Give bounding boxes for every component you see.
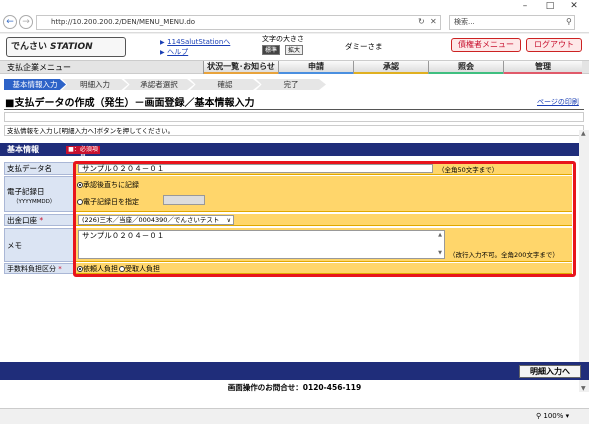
densai-station-logo[interactable]: でんさい STATION bbox=[6, 37, 126, 57]
record-date-label: 電子記録日 bbox=[7, 187, 45, 196]
back-icon[interactable]: ← bbox=[3, 15, 17, 29]
help-link[interactable]: ヘルプ bbox=[167, 48, 188, 56]
tab-inquiry[interactable]: 照会 bbox=[428, 61, 503, 74]
tab-approve-label: 承認 bbox=[383, 62, 399, 71]
tab-apply[interactable]: 申請 bbox=[278, 61, 353, 74]
browser-titlebar: – □ ✕ bbox=[0, 0, 589, 13]
browser-statusbar: ⚲ 100% ▾ bbox=[0, 408, 589, 424]
fee-label: 手数料負担区分 bbox=[7, 265, 56, 273]
maximize-icon[interactable]: □ bbox=[542, 1, 558, 12]
logo-station-text: STATION bbox=[50, 42, 93, 52]
step-approver: 承認者選択 bbox=[124, 79, 194, 90]
print-link[interactable]: ページの印刷 bbox=[537, 97, 579, 107]
user-name: ダミーさま bbox=[345, 42, 383, 51]
tab-status[interactable]: 状況一覧･お知らせ bbox=[203, 61, 278, 74]
highlight-frame bbox=[73, 161, 576, 277]
progress-steps: 基本情報入力 明細入力 承認者選択 確認 完了 bbox=[0, 79, 589, 91]
tab-status-label: 状況一覧･お知らせ bbox=[207, 62, 275, 71]
font-standard-button[interactable]: 標準 bbox=[262, 45, 281, 55]
tab-inquiry-label: 照会 bbox=[458, 62, 474, 71]
record-date-format: （YYYYMMDD） bbox=[13, 199, 56, 205]
tab-apply-label: 申請 bbox=[308, 62, 324, 71]
tab-approve[interactable]: 承認 bbox=[353, 61, 428, 74]
chevron-down-icon: ▾ bbox=[565, 412, 570, 420]
creditor-menu-button[interactable]: 債権者メニュー bbox=[451, 38, 521, 52]
tab-admin[interactable]: 管理 bbox=[503, 61, 582, 74]
instruction-text: 支払情報を入力し[明細入力へ]ボタンを押してください。 bbox=[4, 125, 584, 136]
font-size-label: 文字の大きさ bbox=[262, 35, 304, 43]
memo-label-cell: メモ bbox=[4, 228, 75, 262]
browser-search-input[interactable]: 検索... bbox=[449, 15, 575, 30]
step-complete: 完了 bbox=[256, 79, 326, 90]
title-divider bbox=[4, 109, 584, 110]
account-label: 出金口座 bbox=[7, 216, 37, 225]
required-badge: ■：必須項目 bbox=[66, 146, 100, 161]
zoom-icon: ⚲ bbox=[536, 412, 542, 420]
top-link-row: ▶ 114SalutStationへ bbox=[160, 37, 230, 47]
zoom-level[interactable]: ⚲ 100% ▾ bbox=[536, 412, 569, 420]
account-label-cell: 出金口座 * bbox=[4, 214, 75, 226]
tab-admin-label: 管理 bbox=[535, 62, 551, 71]
menu-bar: 支払企業メニュー 状況一覧･お知らせ 申請 承認 照会 管理 bbox=[0, 60, 589, 74]
minimize-icon[interactable]: – bbox=[517, 1, 533, 12]
address-bar: ← → http://10.200.200.2/DEN/MENU_MENU.do… bbox=[0, 13, 589, 33]
support-contact: 画面操作のお問合せ：0120-456-119 bbox=[227, 383, 362, 392]
arrow-icon: ▶ bbox=[160, 49, 165, 56]
payment-name-label: 支払データ名 bbox=[7, 164, 52, 173]
message-area bbox=[4, 112, 584, 122]
page-title: ■支払データの作成（発生）－画面登録／基本情報入力 bbox=[5, 98, 255, 109]
stop-icon[interactable]: ✕ bbox=[430, 17, 437, 26]
page-scrollbar[interactable]: ▲ ▼ bbox=[579, 130, 589, 392]
current-menu-label: 支払企業メニュー bbox=[7, 63, 71, 72]
memo-label: メモ bbox=[7, 241, 22, 250]
step-confirm: 確認 bbox=[190, 79, 260, 90]
required-star: * bbox=[39, 216, 44, 225]
zoom-value: 100% bbox=[543, 412, 564, 420]
logout-button[interactable]: ログアウト bbox=[526, 38, 582, 52]
url-field[interactable]: http://10.200.200.2/DEN/MENU_MENU.do bbox=[36, 15, 441, 30]
next-details-button[interactable]: 明細入力へ bbox=[519, 365, 581, 378]
required-star: * bbox=[58, 265, 62, 273]
logo-text: でんさい bbox=[11, 42, 48, 52]
search-icon[interactable]: ⚲ bbox=[566, 17, 572, 26]
forward-icon[interactable]: → bbox=[19, 15, 33, 29]
font-large-button[interactable]: 拡大 bbox=[285, 45, 304, 55]
portal-link[interactable]: 114SalutStationへ bbox=[167, 38, 230, 46]
help-link-row: ▶ ヘルプ bbox=[160, 47, 188, 57]
footer-bar bbox=[0, 362, 589, 380]
page-content: でんさい STATION ▶ 114SalutStationへ ▶ ヘルプ 文字の… bbox=[0, 34, 589, 408]
close-icon[interactable]: ✕ bbox=[566, 1, 582, 12]
fee-label-cell: 手数料負担区分 * bbox=[4, 263, 75, 274]
refresh-icon[interactable]: ↻ bbox=[418, 17, 425, 26]
payment-name-label-cell: 支払データ名 bbox=[4, 162, 75, 175]
scroll-up-icon[interactable]: ▲ bbox=[581, 130, 586, 137]
step-basic-info: 基本情報入力 bbox=[4, 79, 66, 90]
record-date-label-cell: 電子記録日 （YYYYMMDD） bbox=[4, 176, 75, 212]
arrow-icon: ▶ bbox=[160, 39, 165, 46]
step-details: 明細入力 bbox=[62, 79, 128, 90]
